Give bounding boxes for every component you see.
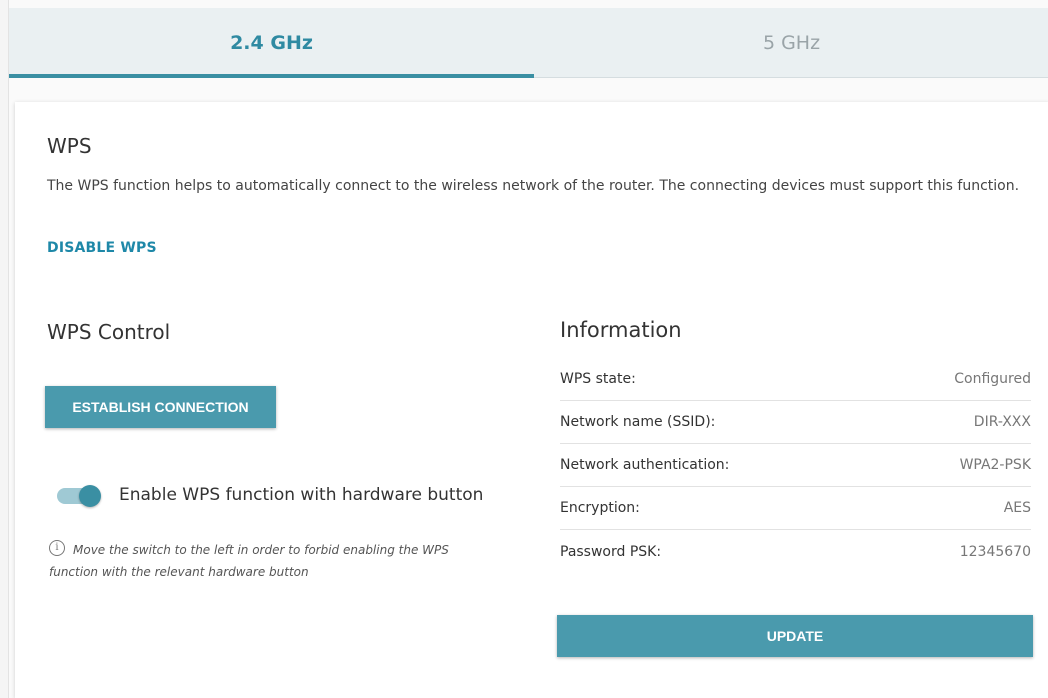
info-key: Network name (SSID):: [560, 414, 716, 430]
info-value: AES: [1003, 500, 1031, 516]
info-key: Password PSK:: [560, 543, 662, 560]
wps-title: WPS: [47, 134, 92, 158]
update-button[interactable]: UPDATE: [557, 615, 1033, 657]
info-key: Encryption:: [560, 500, 640, 516]
info-key: WPS state:: [560, 371, 636, 387]
info-value: 12345670: [959, 543, 1031, 560]
info-icon: i: [49, 540, 65, 556]
hardware-button-toggle-label: Enable WPS function with hardware button: [119, 485, 484, 505]
info-row-ssid: Network name (SSID): DIR-XXX: [560, 401, 1031, 444]
information-table: WPS state: Configured Network name (SSID…: [560, 358, 1031, 573]
band-tabs: 2.4 GHz 5 GHz: [9, 8, 1048, 78]
info-row-encryption: Encryption: AES: [560, 487, 1031, 530]
info-row-wps-state: WPS state: Configured: [560, 358, 1031, 401]
disable-wps-link[interactable]: DISABLE WPS: [47, 240, 157, 256]
info-value: Configured: [954, 371, 1031, 387]
hardware-button-hint: Move the switch to the left in order to …: [49, 543, 449, 579]
wps-description: The WPS function helps to automatically …: [47, 178, 1020, 194]
establish-connection-button[interactable]: ESTABLISH CONNECTION: [45, 386, 276, 428]
hardware-button-toggle[interactable]: [57, 485, 103, 507]
wps-page: 2.4 GHz 5 GHz WPS The WPS function helps…: [8, 0, 1048, 698]
information-title: Information: [560, 318, 682, 342]
wps-card: WPS The WPS function helps to automatica…: [15, 102, 1048, 698]
toggle-knob: [79, 485, 101, 507]
tab-5-ghz[interactable]: 5 GHz: [534, 8, 1048, 78]
info-key: Network authentication:: [560, 457, 730, 473]
info-value: DIR-XXX: [973, 414, 1031, 430]
info-value: WPA2-PSK: [959, 457, 1031, 473]
info-row-password-psk: Password PSK: 12345670: [560, 530, 1031, 573]
info-row-authentication: Network authentication: WPA2-PSK: [560, 444, 1031, 487]
tab-2-4-ghz[interactable]: 2.4 GHz: [9, 8, 534, 78]
wps-control-title: WPS Control: [47, 320, 171, 344]
active-tab-indicator: [9, 74, 534, 78]
